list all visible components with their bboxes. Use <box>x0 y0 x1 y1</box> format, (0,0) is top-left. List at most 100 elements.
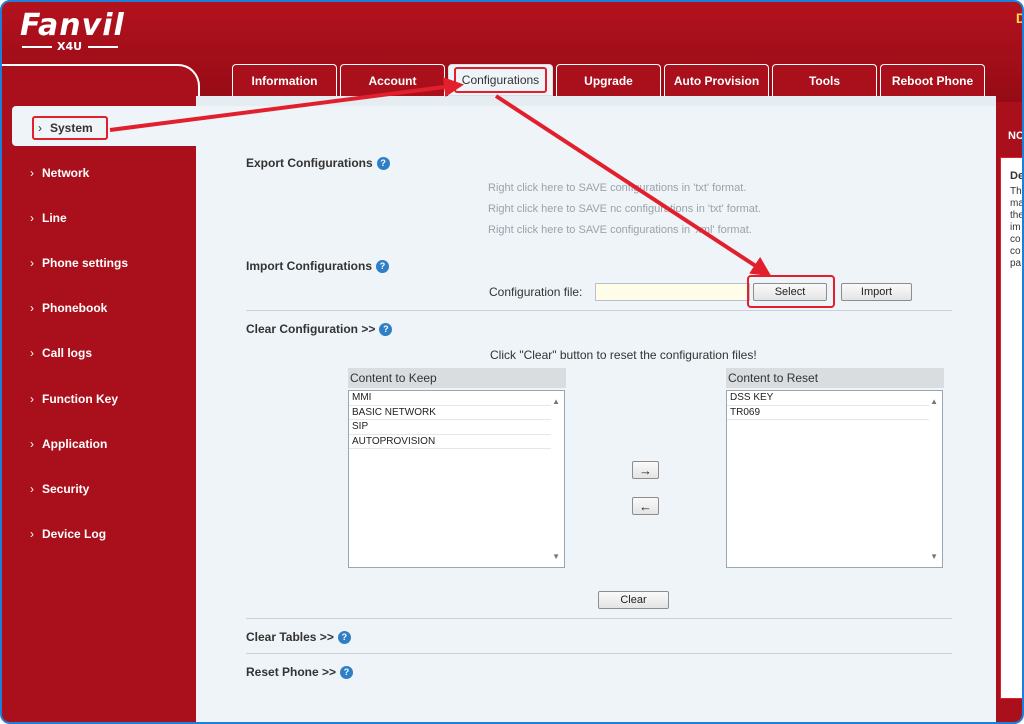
right-panel-line: co <box>1010 234 1021 245</box>
help-icon[interactable]: ? <box>337 631 351 644</box>
clear-tables-title[interactable]: Clear Tables >>? <box>246 630 351 644</box>
sidebar-item-label: Call logs <box>42 346 93 360</box>
right-panel-line: im <box>1010 222 1021 233</box>
scroll-down-icon[interactable]: ▼ <box>930 552 938 561</box>
help-icon[interactable]: ? <box>379 323 393 336</box>
reset-phone-title[interactable]: Reset Phone >>? <box>246 665 354 679</box>
sidebar-top-tab <box>2 64 200 109</box>
move-right-button[interactable]: → <box>632 461 659 479</box>
logo-line-left <box>22 46 52 48</box>
list-item[interactable]: SIP <box>349 420 551 435</box>
divider <box>246 653 952 654</box>
scroll-up-icon[interactable]: ▲ <box>930 397 938 406</box>
chevron-right-icon: › <box>30 346 34 360</box>
chevron-right-icon: › <box>38 121 42 135</box>
sidebar-item-phonebook[interactable]: › Phonebook <box>30 301 107 315</box>
tab-information[interactable]: Information <box>232 64 337 96</box>
sidebar-active-label: System <box>50 121 93 135</box>
clear-config-title[interactable]: Clear Configuration >>? <box>246 322 393 336</box>
list-item[interactable]: BASIC NETWORK <box>349 406 551 420</box>
right-panel-line: pa <box>1010 258 1022 269</box>
select-button[interactable]: Select <box>753 283 827 301</box>
help-icon[interactable]: ? <box>376 260 389 273</box>
import-title-text: Import Configurations <box>246 259 372 273</box>
chevron-right-icon: › <box>30 211 34 225</box>
tab-tools[interactable]: Tools <box>772 64 877 96</box>
help-icon[interactable]: ? <box>340 666 354 679</box>
right-panel-line: Th <box>1010 186 1022 197</box>
chevron-right-icon: › <box>30 301 34 315</box>
keep-list-header: Content to Keep <box>348 368 566 388</box>
sidebar <box>2 106 196 722</box>
right-panel-header: NC <box>1000 124 1022 148</box>
sidebar-item-label: Device Log <box>42 527 107 541</box>
save-nc-txt-link[interactable]: Right click here to SAVE nc configuratio… <box>488 203 761 215</box>
chevron-right-icon: › <box>30 166 34 180</box>
chevron-right-icon: › <box>30 482 34 496</box>
import-title: Import Configurations? <box>246 259 389 273</box>
list-item[interactable]: TR069 <box>727 406 929 420</box>
list-item[interactable]: AUTOPROVISION <box>349 435 551 449</box>
sidebar-item-phone-settings[interactable]: › Phone settings <box>30 256 128 270</box>
reset-list[interactable]: DSS KEY TR069 ▲ ▼ <box>726 390 943 568</box>
help-icon[interactable]: ? <box>376 157 390 170</box>
clear-button[interactable]: Clear <box>598 591 669 609</box>
tab-auto-provision[interactable]: Auto Provision <box>664 64 769 96</box>
tab-configurations-label: Configurations <box>453 67 548 93</box>
save-xml-link[interactable]: Right click here to SAVE configurations … <box>488 224 752 236</box>
scroll-up-icon[interactable]: ▲ <box>552 397 560 406</box>
move-left-button[interactable]: ← <box>632 497 659 515</box>
sidebar-item-line[interactable]: › Line <box>30 211 67 225</box>
sidebar-item-function-key[interactable]: › Function Key <box>30 392 118 406</box>
logo-line-right <box>88 46 118 48</box>
right-panel-title: De <box>1010 170 1024 182</box>
sidebar-item-system-label[interactable]: › System <box>32 116 108 140</box>
chevron-right-icon: › <box>30 392 34 406</box>
right-help-panel: De Th ma the im co co pa <box>1000 157 1024 699</box>
model-label: X4U <box>57 40 83 53</box>
sidebar-item-security[interactable]: › Security <box>30 482 89 496</box>
divider <box>246 618 952 619</box>
keep-list[interactable]: MMI BASIC NETWORK SIP AUTOPROVISION ▲ ▼ <box>348 390 565 568</box>
chevron-right-icon: › <box>30 437 34 451</box>
sidebar-item-label: Security <box>42 482 90 496</box>
clear-instruction: Click "Clear" button to reset the config… <box>490 348 757 362</box>
chevron-right-icon: › <box>30 256 34 270</box>
sidebar-item-label: Line <box>42 211 67 225</box>
tab-upgrade[interactable]: Upgrade <box>556 64 661 96</box>
list-item[interactable]: DSS KEY <box>727 391 929 406</box>
config-file-label: Configuration file: <box>489 285 583 299</box>
sidebar-item-call-logs[interactable]: › Call logs <box>30 346 92 360</box>
browser-frame: Fanvil X4U D Information Account Configu… <box>0 0 1024 724</box>
corner-text: D <box>1016 10 1022 26</box>
sidebar-item-label: Phonebook <box>42 301 108 315</box>
tab-account[interactable]: Account <box>340 64 445 96</box>
top-tabs: Information Account Configurations Upgra… <box>232 64 985 96</box>
sidebar-item-label: Phone settings <box>42 256 129 270</box>
chevron-right-icon: › <box>30 527 34 541</box>
right-panel-line: ma <box>1010 198 1024 209</box>
scroll-down-icon[interactable]: ▼ <box>552 552 560 561</box>
export-title: Export Configurations? <box>246 156 390 170</box>
import-button[interactable]: Import <box>841 283 912 301</box>
tab-configurations[interactable]: Configurations <box>448 64 553 96</box>
reset-list-header: Content to Reset <box>726 368 944 388</box>
clear-config-title-text: Clear Configuration >> <box>246 322 376 336</box>
sidebar-item-network[interactable]: › Network <box>30 166 89 180</box>
fanvil-logo: Fanvil <box>20 8 125 43</box>
content-top-strip <box>196 96 996 106</box>
sidebar-item-label: Function Key <box>42 392 119 406</box>
sidebar-item-application[interactable]: › Application <box>30 437 107 451</box>
clear-tables-title-text: Clear Tables >> <box>246 630 334 644</box>
right-panel-line: the <box>1010 210 1024 221</box>
reset-phone-title-text: Reset Phone >> <box>246 665 337 679</box>
sidebar-item-device-log[interactable]: › Device Log <box>30 527 106 541</box>
list-item[interactable]: MMI <box>349 391 551 406</box>
right-panel-line: co <box>1010 246 1021 257</box>
tab-reboot-phone[interactable]: Reboot Phone <box>880 64 985 96</box>
sidebar-item-label: Application <box>42 437 108 451</box>
export-title-text: Export Configurations <box>246 156 373 170</box>
save-txt-link[interactable]: Right click here to SAVE configurations … <box>488 182 746 194</box>
divider <box>246 310 952 311</box>
config-file-input[interactable] <box>595 283 750 301</box>
